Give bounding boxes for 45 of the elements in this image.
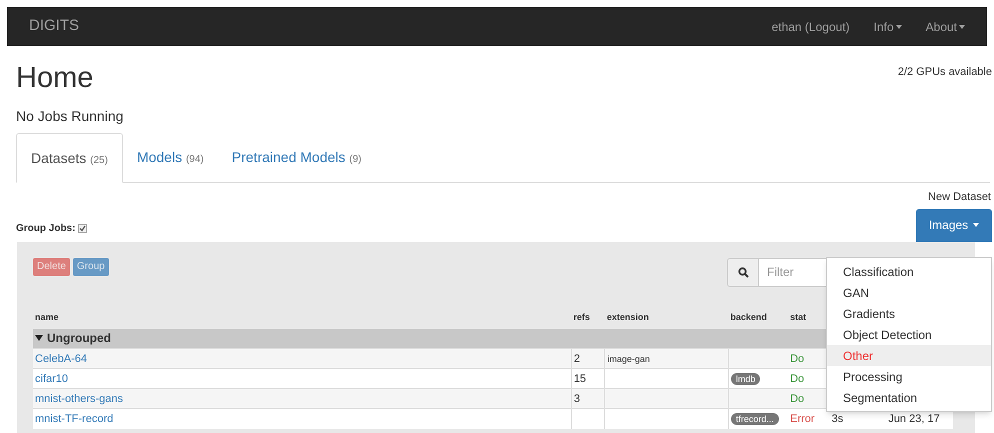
column-header: backend [730,312,767,322]
dataset-link[interactable]: CelebA-64 [35,352,87,364]
column-header: refs [573,312,590,322]
table-cell: 3s [832,412,844,425]
expand-triangle-icon[interactable] [35,335,43,342]
menu-item[interactable]: Other [827,345,991,366]
column-header: stat [790,312,806,322]
menu-item[interactable]: Segmentation [827,387,991,408]
jobs-status: No Jobs Running [16,107,124,126]
group-jobs-label: Group Jobs: [16,222,76,236]
group-jobs-checkbox[interactable] [78,224,88,232]
menu-item[interactable]: Gradients [827,303,991,324]
new-dataset-label: New Dataset [928,190,991,205]
backend-label: lmdb [730,372,760,384]
table-cell: 15 [574,372,586,384]
dataset-link[interactable]: cifar10 [35,372,68,384]
status-text: Do [790,352,804,364]
gpu-status: 2/2 GPUs available [898,65,992,80]
images-dropdown-button[interactable]: Images [916,208,992,242]
nav-link[interactable]: About [926,18,965,36]
backend-label: tfrecord... [730,412,779,425]
tab[interactable]: Models (94) [122,133,218,182]
tab[interactable]: Datasets (25) [16,133,123,183]
table-cell: 3 [574,392,580,404]
column-header: extension [606,312,649,322]
caret-icon [973,223,980,227]
status-text: Error [790,412,815,425]
column-header: name [35,312,59,322]
dataset-link[interactable]: mnist-others-gans [35,392,124,404]
table-cell: Jun 23, 17 [888,412,940,425]
status-text: Do [790,392,804,404]
table-cell: image-gan [607,354,650,364]
table-cell: 2 [574,352,580,364]
menu-item[interactable]: GAN [827,282,991,303]
tab[interactable]: Pretrained Models (9) [218,133,376,182]
page-title: Home [16,61,94,96]
search-icon [738,266,748,278]
status-text: Do [790,372,804,384]
group-label: Ungrouped [47,331,111,346]
dataset-link[interactable]: mnist-TF-record [35,412,114,425]
nav-link[interactable]: ethan (Logout) [772,18,850,36]
menu-item[interactable]: Classification [827,261,991,282]
nav-link[interactable]: Info [874,18,902,36]
menu-item[interactable]: Processing [827,366,991,387]
brand-link[interactable]: DIGITS [29,15,80,38]
